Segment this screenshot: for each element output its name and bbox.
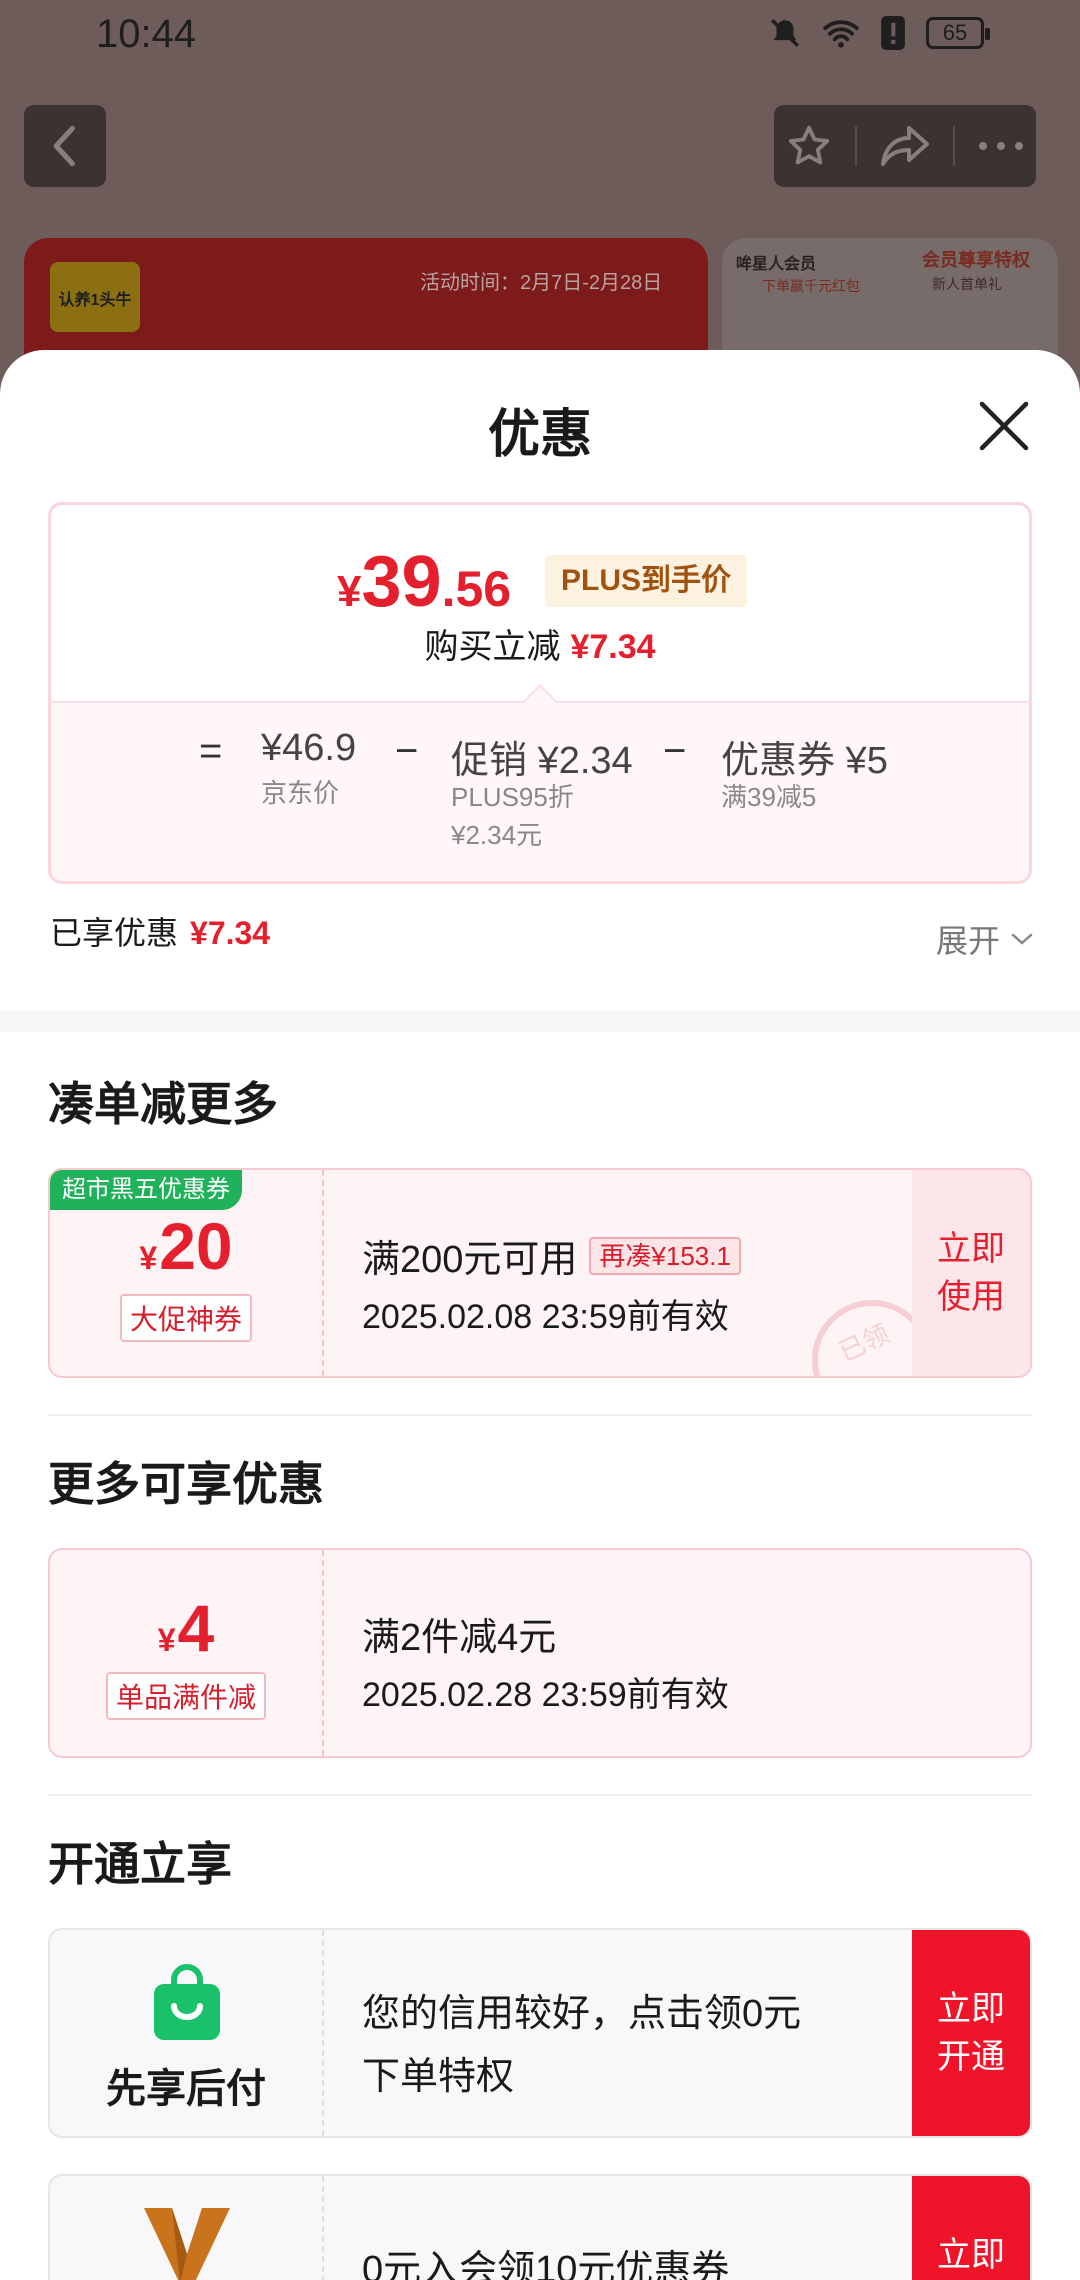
buy-reduce-value: ¥7.34	[570, 628, 656, 666]
plus-price-badge: PLUS到手价	[545, 555, 748, 607]
section-divider	[0, 1010, 1080, 1032]
membership-info: 0元入会领10元优惠券	[362, 2238, 729, 2280]
shopping-bag-icon	[154, 1964, 220, 2040]
coupon-amount: ¥20	[50, 1208, 322, 1284]
brand-v-icon	[144, 2208, 230, 2280]
claim-now-button[interactable]: 立即 领取	[912, 2176, 1030, 2280]
pay-later-line2: 下单特权	[362, 2056, 515, 2098]
expand-toggle[interactable]: 展开	[936, 916, 1034, 962]
activate-label-2: 开通	[937, 2038, 1005, 2076]
final-price-area: ¥39.56 PLUS到手价 购买立减 ¥7.34	[51, 505, 1029, 701]
pay-later-info: 您的信用较好，点击领0元 下单特权	[362, 1982, 801, 2100]
nav-actions	[774, 105, 1036, 187]
coupon-amount: ¥4	[50, 1590, 322, 1666]
enjoyed-value: ¥7.34	[190, 915, 271, 951]
wifi-icon	[823, 20, 859, 48]
coupon-condition: 满200元可用	[362, 1239, 578, 1281]
pay-later-left: 先享后付	[50, 1930, 324, 2136]
back-button[interactable]	[24, 105, 106, 187]
coupon-type-pill: 大促神券	[119, 1294, 253, 1342]
price-integer: 39	[361, 542, 442, 622]
claim-label-1: 立即	[937, 2236, 1005, 2274]
activate-label-1: 立即	[937, 1990, 1005, 2028]
status-bar: 10:44 65	[0, 0, 1080, 80]
promo-detail-2: ¥2.34元	[451, 820, 543, 850]
coupon-symbol: ¥	[139, 1240, 158, 1276]
coupon-symbol: ¥	[157, 1622, 176, 1658]
section-title-more: 凑单减更多	[48, 1078, 278, 1130]
coupon-detail: 满39减5	[721, 782, 817, 812]
equals-sign: =	[199, 729, 223, 773]
status-time: 10:44	[96, 12, 197, 56]
coupon-number: 4	[177, 1591, 215, 1665]
nav-separator	[953, 126, 955, 166]
section-title-open: 开通立享	[48, 1838, 232, 1890]
battery-icon: 65	[926, 17, 990, 49]
use-now-button[interactable]: 立即 使用	[912, 1170, 1030, 1376]
chevron-down-icon	[1011, 933, 1033, 945]
pay-later-card[interactable]: 先享后付 您的信用较好，点击领0元 下单特权 立即 开通	[48, 1928, 1032, 2138]
final-price: ¥39.56	[337, 541, 511, 623]
coupon-left: ¥4 单品满件减	[50, 1550, 324, 1756]
promo-detail-1: PLUS95折	[451, 782, 574, 812]
use-now-label-1: 立即	[937, 1230, 1005, 1268]
coupon-number: 20	[159, 1209, 233, 1283]
price-calc-area: = ¥46.9 京东价 − 促销 ¥2.34 PLUS95折 ¥2.34元 − …	[51, 701, 1029, 881]
price-breakdown-card: ¥39.56 PLUS到手价 购买立减 ¥7.34 = ¥46.9 京东价 − 促…	[48, 502, 1032, 884]
activate-now-button[interactable]: 立即 开通	[912, 1930, 1030, 2136]
minus-sign: −	[395, 729, 419, 773]
banner-privilege-label: 会员尊享特权	[922, 250, 1030, 270]
promo-amount: 促销 ¥2.34	[451, 740, 633, 782]
enjoyed-discount: 已享优惠 ¥7.34	[50, 908, 270, 954]
buy-reduce-label: 购买立减	[424, 628, 561, 666]
coupon-condition: 满2件减4元	[362, 1617, 557, 1659]
section-divider-line	[48, 1414, 1032, 1416]
share-icon[interactable]	[879, 124, 931, 168]
brand-logo-text: 认养1头牛	[58, 292, 132, 309]
section-title-enjoy: 更多可享优惠	[48, 1458, 324, 1510]
banner-activity-time: 活动时间：2月7日-2月28日	[420, 272, 663, 294]
price-symbol: ¥	[337, 567, 362, 616]
section-divider-line	[48, 1794, 1032, 1796]
banner-newuser-label: 新人首单礼	[932, 276, 1002, 292]
coupon-type-pill: 单品满件减	[105, 1672, 267, 1720]
coupon-expiry: 2025.02.28 23:59前有效	[362, 1676, 729, 1714]
discount-sheet: 优惠 ¥39.56 PLUS到手价 购买立减 ¥7.34 = ¥46.9 京东价 …	[0, 350, 1080, 2280]
banner-member-label: 哞星人会员	[736, 256, 817, 273]
banner-redpacket-label: 下单赢千元红包	[762, 278, 860, 294]
enjoyed-label: 已享优惠	[50, 915, 179, 951]
membership-card[interactable]: 0元入会领10元优惠券 立即 领取	[48, 2174, 1032, 2280]
pay-later-line1: 您的信用较好，点击领0元	[362, 1993, 802, 2035]
expand-label: 展开	[935, 923, 1000, 959]
star-icon[interactable]	[785, 123, 833, 169]
chevron-left-icon	[53, 125, 75, 167]
jd-price-label: 京东价	[261, 778, 340, 808]
membership-left	[50, 2176, 324, 2280]
coupon-info: 满2件减4元 2025.02.28 23:59前有效	[362, 1606, 729, 1716]
jd-price: ¥46.9	[261, 727, 357, 769]
sheet-title: 优惠	[487, 406, 592, 464]
mute-bell-icon	[770, 18, 800, 48]
coupon-condition-line: 满200元可用 再凑¥153.1	[362, 1228, 741, 1283]
coupon-expiry: 2025.02.08 23:59前有效	[362, 1298, 729, 1336]
status-icons: 65	[768, 16, 990, 50]
coupon-card-supermarket[interactable]: ¥20 大促神券 超市黑五优惠券 满200元可用 再凑¥153.1 2025.0…	[48, 1168, 1032, 1378]
pay-later-label: 先享后付	[106, 2067, 266, 2111]
coupon-amount: 优惠券 ¥5	[721, 740, 888, 782]
brand-logo: 认养1头牛	[50, 262, 140, 332]
coupon-source-tag: 超市黑五优惠券	[50, 1170, 242, 1210]
price-decimal: .56	[441, 561, 512, 617]
alert-icon	[881, 16, 905, 50]
more-icon[interactable]	[977, 140, 1025, 152]
nav-separator	[855, 126, 857, 166]
buy-reduce-line: 购买立减 ¥7.34	[51, 619, 1029, 668]
coupon-card-multi-item[interactable]: ¥4 单品满件减 满2件减4元 2025.02.28 23:59前有效	[48, 1548, 1032, 1758]
use-now-label-2: 使用	[937, 1278, 1005, 1316]
close-icon[interactable]	[976, 398, 1032, 454]
membership-line1: 0元入会领10元优惠券	[362, 2249, 730, 2280]
coupon-info: 满200元可用 再凑¥153.1 2025.02.08 23:59前有效	[362, 1228, 741, 1338]
minus-sign: −	[663, 729, 687, 773]
add-more-badge: 再凑¥153.1	[589, 1236, 741, 1275]
